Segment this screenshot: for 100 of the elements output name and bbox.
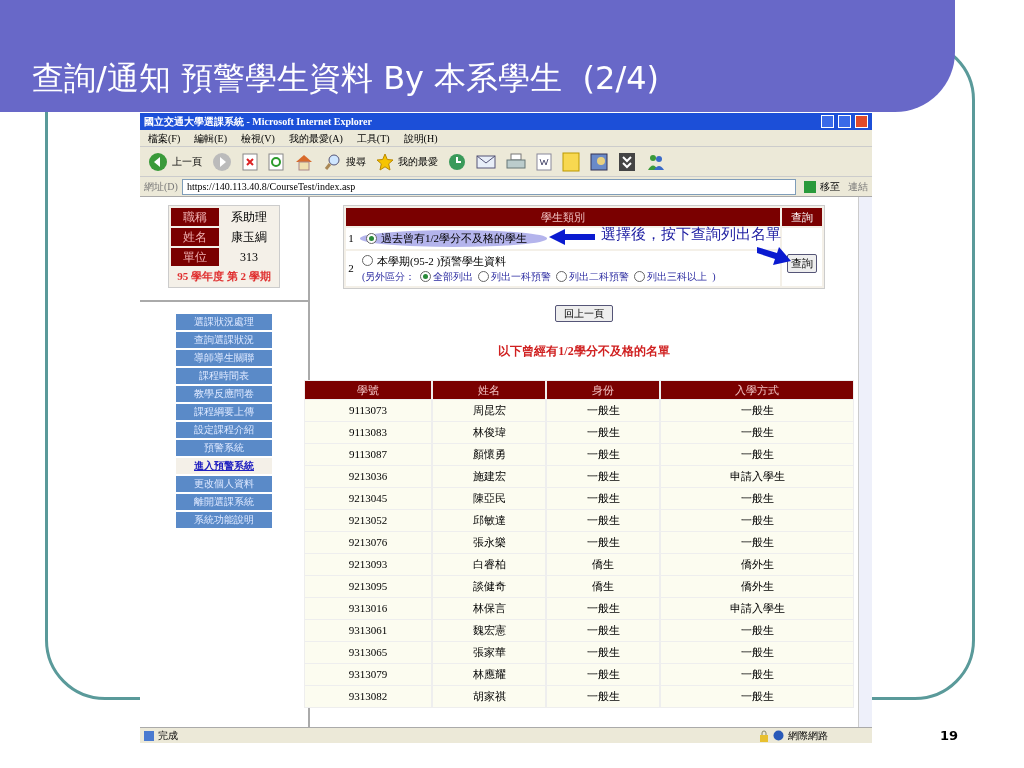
info-label: 職稱 — [171, 208, 219, 226]
suboption-label: 列出一科預警 — [491, 270, 552, 284]
query-button[interactable]: 查詢 — [787, 254, 817, 273]
table-cell: 一般生 — [547, 532, 659, 553]
column-header: 身份 — [547, 381, 659, 399]
table-cell: 一般生 — [547, 642, 659, 663]
option-label: 過去曾有1/2學分不及格的學生 — [381, 231, 528, 246]
info-label: 姓名 — [171, 228, 219, 246]
table-cell: 9213052 — [305, 510, 431, 531]
stop-icon[interactable] — [242, 152, 258, 171]
column-header: 學生類別 — [346, 208, 780, 226]
table-cell: 一般生 — [547, 400, 659, 421]
menu-item[interactable]: 檔案(F) — [148, 130, 181, 146]
table-cell: 一般生 — [547, 664, 659, 685]
radio-button[interactable] — [420, 271, 432, 282]
toolbar-label[interactable]: 搜尋 — [346, 154, 366, 169]
address-field[interactable]: https://140.113.40.8/CourseTest/index.asp — [181, 178, 796, 195]
radio-button[interactable] — [362, 255, 373, 267]
info-value: 康玉綢 — [230, 229, 268, 246]
printer-icon[interactable] — [506, 152, 526, 171]
table-cell: 9113073 — [305, 400, 431, 421]
table-cell: 一般生 — [661, 686, 853, 707]
document-icon[interactable] — [536, 152, 552, 171]
table-cell: 9313079 — [305, 664, 431, 685]
go-button[interactable]: 移至 — [800, 179, 844, 194]
refresh-icon[interactable] — [268, 152, 284, 171]
info-value: 313 — [239, 249, 259, 266]
menu-item[interactable]: 我的最愛(A) — [288, 130, 343, 146]
clock-icon[interactable] — [448, 152, 466, 171]
table-cell: 僑外生 — [661, 576, 853, 597]
table-cell: 一般生 — [661, 510, 853, 531]
table-cell: 9313065 — [305, 642, 431, 663]
people-icon[interactable] — [646, 152, 666, 171]
table-cell: 一般生 — [547, 686, 659, 707]
table-cell: 一般生 — [661, 488, 853, 509]
option-label: 本學期(95-2 )預警學生資料 — [377, 253, 507, 269]
table-cell: 一般生 — [661, 400, 853, 421]
table-cell: 張永樂 — [433, 532, 545, 553]
table-cell: 申請入學生 — [661, 598, 853, 619]
table-cell: 9213095 — [305, 576, 431, 597]
lock-icon — [759, 729, 769, 742]
table-cell: 一般生 — [547, 488, 659, 509]
table-cell: 9213076 — [305, 532, 431, 553]
table-cell: 僑生 — [547, 576, 659, 597]
suboption-prefix: (另外區分： — [362, 270, 416, 284]
table-cell: 一般生 — [547, 444, 659, 465]
table-cell: 邱敏達 — [433, 510, 545, 531]
table-cell: 9313016 — [305, 598, 431, 619]
window-title: 國立交通大學選課系統 - Microsoft Internet Explorer — [144, 115, 373, 129]
suboption-label: 全部列出 — [433, 270, 474, 284]
nav-item[interactable]: 進入預警系統 — [176, 458, 272, 474]
table-cell: 一般生 — [661, 444, 853, 465]
column-header: 查詢 — [782, 208, 822, 226]
table-cell: 施建宏 — [433, 466, 545, 487]
minimize-button[interactable] — [821, 115, 834, 128]
radio-button[interactable] — [556, 271, 568, 282]
radio-button[interactable] — [634, 271, 646, 282]
table-cell: 9213036 — [305, 466, 431, 487]
menu-item[interactable]: 說明(H) — [403, 130, 438, 146]
envelope-icon[interactable] — [476, 153, 496, 170]
table-cell: 僑外生 — [661, 554, 853, 575]
menu-item[interactable]: 檢視(V) — [241, 130, 275, 146]
table-cell: 申請入學生 — [661, 466, 853, 487]
table-cell: 9313082 — [305, 686, 431, 707]
table-cell: 一般生 — [547, 466, 659, 487]
toolbar-label[interactable]: 上一頁 — [172, 154, 202, 169]
table-cell: 9313061 — [305, 620, 431, 641]
suboption-label: 列出二科預警 — [569, 270, 630, 284]
arrow-icon — [549, 229, 595, 245]
radio-button[interactable] — [366, 232, 377, 244]
table-cell: 周昆宏 — [433, 400, 545, 421]
toolbar-label[interactable]: 我的最愛 — [398, 154, 438, 169]
table-cell: 9113087 — [305, 444, 431, 465]
star-icon[interactable] — [376, 152, 394, 171]
maximize-button[interactable] — [838, 115, 851, 128]
column-header: 姓名 — [433, 381, 545, 399]
table-cell: 白睿柏 — [433, 554, 545, 575]
info-label: 單位 — [171, 248, 219, 266]
back-button[interactable]: 回上一頁 — [555, 305, 613, 322]
close-button[interactable] — [855, 115, 868, 128]
address-label: 網址(D) — [144, 180, 178, 194]
page-number: 19 — [940, 727, 959, 745]
menu-item[interactable]: 編輯(E) — [194, 130, 227, 146]
table-cell: 一般生 — [661, 532, 853, 553]
menu-item[interactable]: 工具(T) — [356, 130, 390, 146]
house-icon[interactable] — [294, 152, 314, 171]
suboption-suffix: ) — [712, 270, 716, 284]
table-cell: 一般生 — [661, 620, 853, 641]
globe-icon — [773, 730, 784, 741]
links-label[interactable]: 連結 — [848, 179, 868, 194]
table-cell: 魏宏憲 — [433, 620, 545, 641]
book-icon[interactable] — [590, 151, 608, 172]
slide-title: 查詢/通知 預警學生資料 By 本系學生 (2/4) — [32, 62, 659, 94]
radio-button[interactable] — [478, 271, 490, 282]
status-text: 完成 — [158, 729, 179, 743]
table-cell: 一般生 — [661, 664, 853, 685]
term-text: 95 學年度 第 2 學期 — [176, 269, 272, 284]
search-icon[interactable] — [324, 152, 342, 171]
chevrons-icon[interactable] — [618, 151, 636, 172]
annotation-text: 選擇後，按下查詢列出名單 — [601, 224, 781, 245]
